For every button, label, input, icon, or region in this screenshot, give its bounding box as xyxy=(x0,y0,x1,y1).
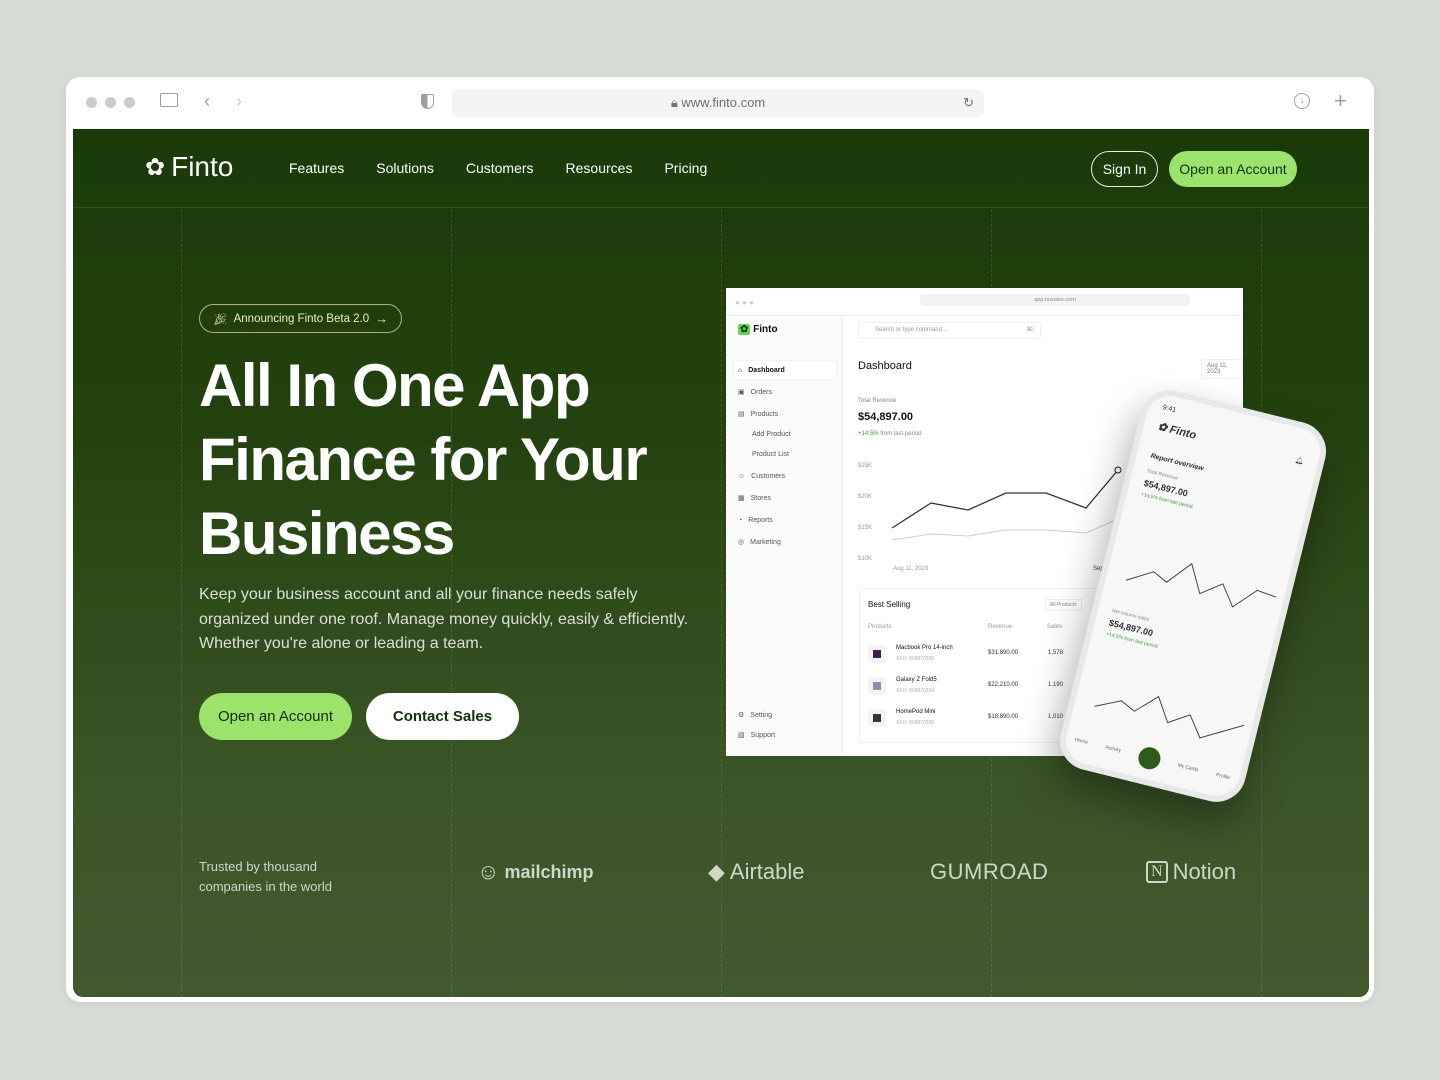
download-icon[interactable]: ↓ xyxy=(1294,93,1310,109)
lock-icon: 🔒︎ xyxy=(670,95,682,110)
phone-brand: ✿ Finto xyxy=(1156,420,1198,442)
scan-button[interactable] xyxy=(1135,744,1163,772)
nav-link-customers[interactable]: Customers xyxy=(466,160,534,176)
dash-brand: Finto xyxy=(753,324,778,335)
badge-text: Announcing Finto Beta 2.0 xyxy=(233,312,370,325)
tab-profile[interactable]: Profile xyxy=(1215,772,1230,781)
browser-toolbar: ‹ › 🔒︎ www.finto.com ↻ ↓ + xyxy=(66,77,1374,129)
revenue-value: $54,897.00 xyxy=(858,411,914,423)
airtable-box-icon: ◆ xyxy=(708,859,725,884)
dash-nav-support[interactable]: ▧ Support xyxy=(734,726,836,744)
browser-window: ‹ › 🔒︎ www.finto.com ↻ ↓ + ✿ Finto Feature… xyxy=(66,77,1374,1002)
dashboard-sidebar: ✿ Finto ⌂ Dashboard ▣ Orders ▤ Products … xyxy=(726,316,843,756)
dash-nav-marketing[interactable]: ◎ Marketing xyxy=(734,533,836,551)
nav-link-pricing[interactable]: Pricing xyxy=(664,160,707,176)
nav-link-solutions[interactable]: Solutions xyxy=(376,160,434,176)
finto-logo-icon: ✿ xyxy=(738,324,751,335)
nav-link-features[interactable]: Features xyxy=(289,160,344,176)
dash-nav-stores[interactable]: ▦ Stores xyxy=(734,489,836,507)
product-thumbnail xyxy=(868,709,886,727)
logo-text: Airtable xyxy=(729,859,805,884)
dash-nav-products[interactable]: ▤ Products xyxy=(734,405,836,423)
window-maximize-button[interactable] xyxy=(124,97,135,108)
dash-nav-dashboard[interactable]: ⌂ Dashboard xyxy=(734,361,836,379)
tab-activity[interactable]: Activity xyxy=(1105,744,1122,754)
dash-nav-setting[interactable]: ⚙ Setting xyxy=(734,706,836,724)
brand-logo[interactable]: ✿ Finto xyxy=(145,151,233,183)
window-dots: ● ● ● xyxy=(735,298,754,307)
window-close-button[interactable] xyxy=(86,97,97,108)
notion-n-icon: N xyxy=(1146,861,1168,883)
y-axis: $25K $20K $15K $10K xyxy=(858,463,873,562)
dash-date-picker[interactable]: Aug 11, 2023 xyxy=(1201,359,1243,379)
dash-nav-add-product[interactable]: Add Product xyxy=(734,425,836,443)
bell-icon[interactable]: 🔔︎ xyxy=(1294,456,1305,466)
x-tick: Aug 11, 2023 xyxy=(893,566,929,572)
dash-nav-orders[interactable]: ▣ Orders xyxy=(734,383,836,401)
landing-page: ✿ Finto Features Solutions Customers Reso… xyxy=(73,129,1369,997)
hero-subtitle: Keep your business account and all your … xyxy=(199,586,689,652)
window-minimize-button[interactable] xyxy=(105,97,116,108)
trust-text: Trusted by thousand companies in the wor… xyxy=(199,859,332,894)
gumroad-logo: GUMROAD xyxy=(930,859,1048,885)
back-icon[interactable]: ‹ xyxy=(204,91,210,112)
forward-icon[interactable]: › xyxy=(236,91,242,112)
sidebar-toggle-icon[interactable] xyxy=(160,93,178,107)
products-filter[interactable]: All Products xyxy=(1045,599,1082,611)
mailchimp-monkey-icon: ☺ xyxy=(477,859,500,884)
dash-nav-product-list[interactable]: Product List xyxy=(734,445,836,463)
product-thumbnail xyxy=(868,677,886,695)
brand-name: Finto xyxy=(171,151,234,182)
dash-title: Dashboard xyxy=(858,360,912,372)
preview-url: app.nusales.com xyxy=(920,294,1190,306)
new-tab-icon[interactable]: + xyxy=(1334,88,1347,114)
revenue-label: Total Revenue xyxy=(858,398,897,404)
logo-text: GUMROAD xyxy=(930,859,1049,884)
top-nav: ✿ Finto Features Solutions Customers Reso… xyxy=(73,129,1369,208)
tab-my-cards[interactable]: My Cards xyxy=(1177,762,1199,773)
flower-logo-icon: ✿ xyxy=(145,153,166,181)
url-text: www.finto.com xyxy=(681,95,766,110)
product-thumbnail xyxy=(868,645,886,663)
hero-open-account-button[interactable]: Open an Account xyxy=(199,693,352,740)
notion-logo: N Notion xyxy=(1146,859,1236,885)
airtable-logo: ◆ Airtable xyxy=(708,859,805,885)
logo-text: Notion xyxy=(1172,859,1237,884)
tab-home[interactable]: Home xyxy=(1074,737,1088,746)
shield-icon[interactable] xyxy=(421,94,434,109)
arrow-right-icon: → xyxy=(375,311,389,326)
hero-title: All In One App Finance for Your Business xyxy=(199,352,648,567)
dash-nav-reports[interactable]: ◔ Reports xyxy=(734,511,836,529)
address-bar[interactable]: 🔒︎ www.finto.com ↻ xyxy=(452,89,984,117)
reload-icon[interactable]: ↻ xyxy=(963,89,974,117)
contact-sales-button[interactable]: Contact Sales xyxy=(366,693,519,740)
phone-chart xyxy=(1125,562,1277,608)
logo-text: mailchimp xyxy=(504,861,594,882)
nav-open-account-button[interactable]: Open an Account xyxy=(1169,151,1297,187)
dash-search-input[interactable]: Search or type command... ⌘/ xyxy=(858,322,1041,339)
nav-link-resources[interactable]: Resources xyxy=(566,160,633,176)
revenue-line-chart xyxy=(891,466,1122,541)
dash-nav-customers[interactable]: ☺ Customers xyxy=(734,467,836,485)
party-popper-icon: 🎉︎ xyxy=(213,313,228,326)
sign-in-button[interactable]: Sign In xyxy=(1091,151,1158,187)
announcement-badge[interactable]: 🎉︎ Announcing Finto Beta 2.0 → xyxy=(199,304,403,333)
mailchimp-logo: ☺ mailchimp xyxy=(477,859,594,885)
